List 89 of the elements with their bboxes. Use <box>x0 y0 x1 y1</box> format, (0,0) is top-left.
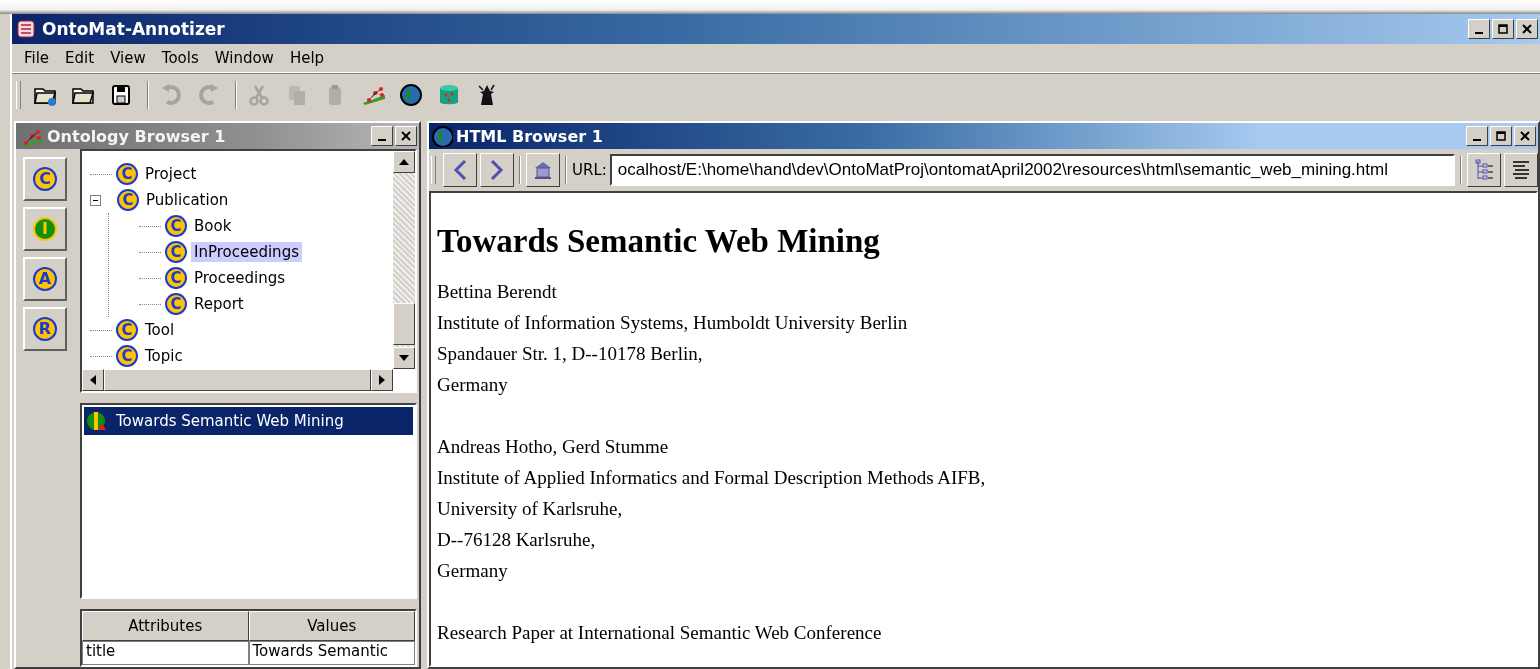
document-text: University of Karlsruhe, <box>437 497 624 521</box>
collapse-toggle[interactable] <box>90 194 101 206</box>
window-title: OntoMat-Annotizer <box>42 19 225 39</box>
forward-button[interactable] <box>480 153 514 187</box>
globe-icon <box>399 83 423 107</box>
close-icon <box>401 131 411 141</box>
menu-item[interactable]: Edit <box>57 49 103 67</box>
document-text: Institute of Information Systems, Humboldt University Berlin <box>437 311 909 335</box>
url-label: URL: <box>572 161 607 179</box>
right-arrow-icon <box>379 375 385 385</box>
tree-item[interactable]: Project <box>142 164 200 184</box>
document-text: Germany <box>437 559 509 583</box>
mode-button[interactable]: R <box>23 307 67 351</box>
document-text: Germany <box>437 373 509 397</box>
mode-button[interactable]: C <box>23 157 67 201</box>
table-cell: title <box>82 641 249 665</box>
url-field[interactable]: ocalhost/E:\home\hand\dev\OntoMatProj\ontomatApril2002\resources\html\semantic_web_mining.html <box>609 154 1455 186</box>
panel-title: HTML Browser 1 <box>456 126 603 146</box>
close-icon <box>1522 24 1532 34</box>
tree-item[interactable]: Report <box>191 294 247 314</box>
menu-item[interactable]: Tools <box>153 49 207 67</box>
minimize-button[interactable] <box>1466 126 1488 146</box>
maximize-button[interactable] <box>1492 19 1514 39</box>
back-button[interactable] <box>443 153 477 187</box>
close-icon <box>1520 131 1530 141</box>
menu-item[interactable]: File <box>16 49 58 67</box>
close-button[interactable] <box>1514 126 1536 146</box>
tree-item[interactable]: Publication <box>143 190 232 210</box>
menu-item[interactable]: View <box>102 49 154 67</box>
scissors-icon <box>247 83 271 107</box>
concept-badge: C <box>165 293 187 315</box>
tree-view-icon <box>1474 159 1494 181</box>
maximize-button[interactable] <box>1490 126 1512 146</box>
house-icon <box>533 160 553 180</box>
concept-badge: C <box>116 163 138 185</box>
mode-button[interactable]: A <box>23 257 67 301</box>
document-text: Spandauer Str. 1, D--10178 Berlin, <box>437 342 704 366</box>
document-text: Bettina Berendt <box>437 280 558 304</box>
close-button[interactable] <box>1516 19 1538 39</box>
up-arrow-icon <box>399 159 409 165</box>
menu-item[interactable]: Help <box>281 49 333 67</box>
down-arrow-icon <box>399 355 409 361</box>
instance-item[interactable]: Towards Semantic Web Mining <box>84 407 413 435</box>
menu-item[interactable]: Window <box>206 49 282 67</box>
instance-badge: I <box>33 217 57 241</box>
column-header[interactable]: Attributes <box>82 611 249 641</box>
scroll-thumb[interactable] <box>393 303 415 345</box>
globe-icon <box>431 125 453 147</box>
document-heading: Towards Semantic Web Mining <box>437 223 881 260</box>
document-text: Institute of Applied Informatics and Formal Description Methods AIFB, <box>437 466 987 490</box>
app-logo-icon <box>16 19 36 39</box>
maximize-icon <box>1496 131 1506 141</box>
left-arrow-icon <box>90 375 96 385</box>
maximize-icon <box>1498 24 1508 34</box>
tree-view-button[interactable] <box>1467 153 1501 187</box>
tree-item[interactable]: Topic <box>142 346 186 366</box>
document-text: Andreas Hotho, Gerd Stumme <box>437 435 670 459</box>
minimize-button[interactable] <box>1468 19 1490 39</box>
horizontal-scrollbar[interactable] <box>82 369 393 391</box>
database-icon <box>437 83 461 107</box>
tree-item[interactable]: Proceedings <box>191 268 289 288</box>
vertical-scrollbar[interactable] <box>393 151 415 369</box>
minimize-icon <box>1475 32 1483 34</box>
concept-badge: C <box>165 241 187 263</box>
tree-item[interactable]: Book <box>191 216 235 236</box>
forward-icon <box>490 160 504 180</box>
concept-badge: C <box>117 189 139 211</box>
concept-badge: C <box>165 267 187 289</box>
minimize-icon <box>378 139 386 141</box>
concept-badge: C <box>116 319 138 341</box>
tree-item[interactable]: Tool <box>142 320 178 340</box>
toolbar-button[interactable] <box>397 81 425 109</box>
home-button[interactable] <box>526 153 560 187</box>
instance-icon <box>86 410 108 432</box>
concept-badge: C <box>116 345 138 367</box>
relation-badge: R <box>33 317 57 341</box>
tree-item[interactable]: InProceedings <box>191 242 302 262</box>
source-view-button[interactable] <box>1504 153 1538 187</box>
attribute-badge: A <box>33 267 57 291</box>
concept-badge: C <box>33 167 57 191</box>
document-text: Research Paper at International Semantic Web Conference <box>437 621 883 645</box>
back-icon <box>453 160 467 180</box>
column-header[interactable]: Values <box>248 611 415 641</box>
table-cell: Towards Semantic <box>248 641 415 665</box>
concept-badge: C <box>165 215 187 237</box>
document-text: D--76128 Karlsruhe, <box>437 528 597 552</box>
panel-title: Ontology Browser 1 <box>47 126 226 146</box>
minimize-icon <box>1473 139 1481 141</box>
text-lines-icon <box>1511 159 1531 181</box>
